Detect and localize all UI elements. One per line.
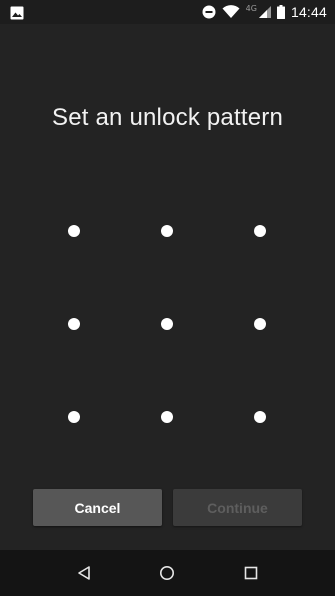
battery-icon (276, 5, 285, 19)
network-type-label: 4G (245, 3, 257, 13)
navigation-bar (0, 550, 335, 596)
back-icon[interactable] (73, 562, 95, 584)
image-notification-icon (10, 5, 24, 20)
pattern-dot-5[interactable] (161, 318, 173, 330)
clock-time: 14:44 (290, 4, 327, 20)
recents-icon[interactable] (240, 562, 262, 584)
wifi-icon (222, 5, 240, 19)
home-icon[interactable] (156, 562, 178, 584)
pattern-dot-9[interactable] (254, 411, 266, 423)
pattern-dot-7[interactable] (68, 411, 80, 423)
pattern-dot-2[interactable] (161, 225, 173, 237)
do-not-disturb-icon (202, 5, 216, 19)
pattern-dot-3[interactable] (254, 225, 266, 237)
cancel-button[interactable]: Cancel (33, 489, 162, 526)
cell-signal-icon (258, 6, 271, 18)
pattern-dot-1[interactable] (68, 225, 80, 237)
status-bar: 4G 14:44 (0, 0, 335, 24)
pattern-dot-8[interactable] (161, 411, 173, 423)
pattern-dot-4[interactable] (68, 318, 80, 330)
pattern-dot-6[interactable] (254, 318, 266, 330)
page-title: Set an unlock pattern (51, 104, 284, 131)
continue-button[interactable]: Continue (173, 489, 302, 526)
unlock-pattern-screen: 4G 14:44 Set an unlock pattern Cancel Co… (0, 0, 335, 596)
